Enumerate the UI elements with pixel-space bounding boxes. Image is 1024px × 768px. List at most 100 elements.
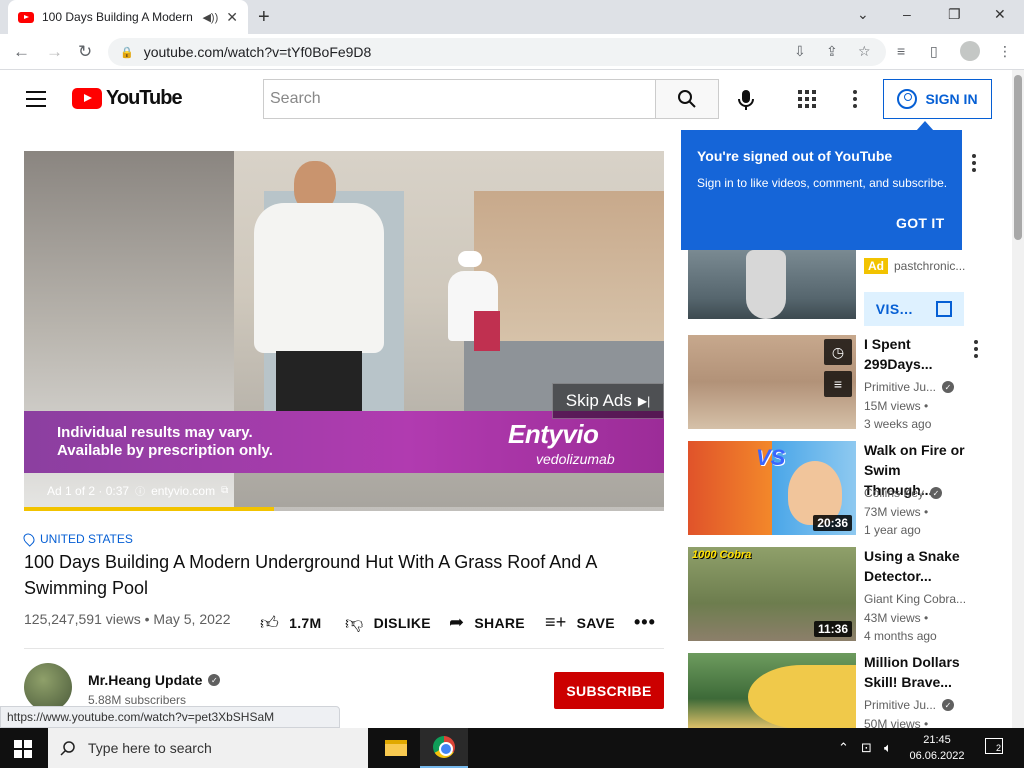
lock-icon[interactable]: 🔒	[120, 46, 134, 59]
windows-start-icon[interactable]	[14, 740, 32, 758]
open-external-icon	[936, 301, 953, 317]
related-video-title[interactable]: I Spent 299Days...	[864, 334, 968, 374]
related-video-title[interactable]: Using a Snake Detector...	[864, 546, 968, 586]
video-thumbnail[interactable]: ◷ ≡	[688, 335, 856, 429]
notification-center-icon[interactable]: 2	[985, 738, 1003, 754]
side-panel-icon[interactable]: ▯	[930, 43, 938, 60]
scrollbar-thumb[interactable]	[1014, 75, 1022, 240]
view-count-date: 125,247,591 views • May 5, 2022	[24, 611, 231, 627]
ad-brand-subtitle: vedolizumab	[536, 451, 615, 467]
subscribe-button[interactable]: SUBSCRIBE	[554, 672, 664, 709]
ad-thumbnail[interactable]	[688, 250, 856, 319]
video-thumbnail[interactable]: 1000 Cobra 11:36	[688, 547, 856, 641]
browser-menu-icon[interactable]: ⋮	[998, 43, 1012, 60]
add-to-queue-icon[interactable]: ≡	[824, 371, 852, 397]
video-more-options-icon[interactable]	[974, 340, 978, 358]
youtube-masthead: YouTube Search SIGN IN	[0, 70, 1012, 128]
video-thumbnail[interactable]: VS 20:36	[688, 441, 856, 535]
share-page-icon[interactable]: ⇪	[826, 43, 838, 60]
skip-next-icon: ▶|	[637, 394, 651, 408]
thumbs-down-icon: 👎︎	[345, 613, 364, 633]
network-icon[interactable]: ⊡	[861, 740, 872, 756]
related-video-meta: 43M views • 4 months ago	[864, 609, 937, 645]
address-bar[interactable]: 🔒 youtube.com/watch?v=tYf0BoFe9D8	[108, 38, 886, 66]
video-player[interactable]: Individual results may vary. Available b…	[24, 151, 664, 511]
like-button[interactable]: 👍︎ 1.7M	[260, 612, 321, 634]
video-duration: 11:36	[813, 621, 852, 637]
location-pin-icon	[21, 531, 37, 547]
ad-overlay-banner: Individual results may vary. Available b…	[24, 411, 664, 473]
got-it-button[interactable]: GOT IT	[896, 215, 944, 231]
reload-icon[interactable]: ↻	[78, 42, 92, 62]
search-button[interactable]	[655, 79, 719, 119]
related-video-channel[interactable]: Primitive Ju... ✓	[864, 698, 955, 712]
tab-list-chevron-icon[interactable]: ⌄	[857, 6, 869, 23]
visit-site-button[interactable]: VIS...	[864, 292, 964, 326]
related-video-channel[interactable]: Giant King Cobra...	[864, 592, 966, 606]
share-label: SHARE	[474, 614, 525, 631]
voice-search-mic-icon[interactable]	[736, 89, 756, 116]
share-arrow-icon: ➦	[449, 612, 465, 632]
forward-arrow-icon[interactable]: →	[46, 42, 63, 62]
windows-taskbar: Type here to search ⌃ ⊡ 🔈︎ 21:45 06.06.2…	[0, 728, 1024, 768]
related-video-views: 15M views •	[864, 399, 929, 413]
video-duration: 20:36	[813, 515, 852, 531]
related-video-channel[interactable]: Primitive Ju... ✓	[864, 380, 955, 394]
dislike-button[interactable]: 👎︎ DISLIKE	[345, 612, 431, 634]
chrome-taskbar-button[interactable]	[420, 728, 468, 768]
tab-close-icon[interactable]: ✕	[226, 9, 238, 26]
back-arrow-icon[interactable]: ←	[13, 42, 30, 62]
new-tab-button[interactable]: +	[258, 6, 270, 29]
video-frame-cook	[444, 251, 504, 361]
taskbar-search-box[interactable]: Type here to search	[48, 728, 368, 768]
dislike-label: DISLIKE	[373, 615, 431, 631]
link-hover-status: https://www.youtube.com/watch?v=pet3XbSH…	[0, 706, 340, 728]
browser-tab[interactable]: 100 Days Building A Modern ◀)) ✕	[8, 0, 248, 34]
share-button[interactable]: ➦ SHARE	[449, 612, 525, 633]
related-video-views: 50M views •	[864, 717, 929, 728]
ad-info-icon[interactable]: ⓘ	[135, 483, 145, 498]
youtube-play-logo-icon	[72, 88, 102, 109]
profile-avatar-icon[interactable]	[960, 41, 980, 61]
tooltip-title: You're signed out of YouTube	[697, 148, 893, 164]
restore-button[interactable]: ❐	[948, 6, 961, 23]
file-explorer-button[interactable]	[372, 728, 420, 768]
guide-menu-icon[interactable]	[26, 91, 46, 107]
bookmark-star-icon[interactable]: ☆	[858, 43, 871, 60]
browser-tab-strip: 100 Days Building A Modern ◀)) ✕ + ⌄ – ❐…	[0, 0, 1024, 34]
skip-ads-button[interactable]: Skip Ads ▶|	[552, 383, 664, 419]
search-icon	[60, 741, 75, 756]
chrome-icon	[433, 736, 455, 758]
show-hidden-icons-chevron-icon[interactable]: ⌃	[838, 740, 849, 756]
url-text[interactable]: youtube.com/watch?v=tYf0BoFe9D8	[144, 44, 372, 60]
media-controls-icon[interactable]: ≡	[897, 43, 905, 59]
settings-more-icon[interactable]	[853, 90, 857, 108]
more-actions-icon[interactable]: •••	[634, 612, 656, 633]
youtube-apps-grid-icon[interactable]	[798, 90, 816, 108]
minimize-button[interactable]: –	[903, 6, 911, 22]
watch-later-clock-icon[interactable]: ◷	[824, 339, 852, 365]
related-video-channel[interactable]: Collins Key ✓	[864, 486, 943, 500]
volume-icon[interactable]: 🔈︎	[884, 740, 892, 756]
related-video-title[interactable]: Million Dollars Skill! Brave...	[864, 652, 968, 692]
ad-more-options-icon[interactable]	[972, 154, 976, 172]
channel-avatar[interactable]	[24, 663, 72, 711]
install-app-icon[interactable]: ⇩	[794, 43, 806, 60]
audio-playing-icon[interactable]: ◀))	[202, 11, 218, 24]
sign-in-button[interactable]: SIGN IN	[883, 79, 992, 119]
ad-brand-logo: Entyvio	[508, 419, 599, 449]
video-location-link[interactable]: UNITED STATES	[21, 531, 133, 547]
subscriber-count: 5.88M subscribers	[88, 693, 187, 707]
video-thumbnail[interactable]	[688, 653, 856, 729]
ad-domain-link[interactable]: entyvio.com	[151, 484, 215, 498]
close-window-button[interactable]: ✕	[994, 6, 1006, 23]
ad-progress-bar[interactable]	[24, 507, 664, 511]
search-input[interactable]: Search	[263, 79, 656, 119]
thumbnail-text: 1000 Cobra	[692, 549, 752, 561]
taskbar-clock[interactable]: 21:45 06.06.2022	[900, 732, 974, 764]
channel-name-link[interactable]: Mr.Heang Update ✓	[88, 672, 221, 688]
page-scrollbar[interactable]	[1012, 70, 1024, 728]
save-button[interactable]: ≡+ SAVE	[545, 612, 615, 633]
youtube-logo[interactable]: YouTube	[72, 87, 183, 110]
related-video-meta: 73M views • 1 year ago	[864, 503, 928, 539]
